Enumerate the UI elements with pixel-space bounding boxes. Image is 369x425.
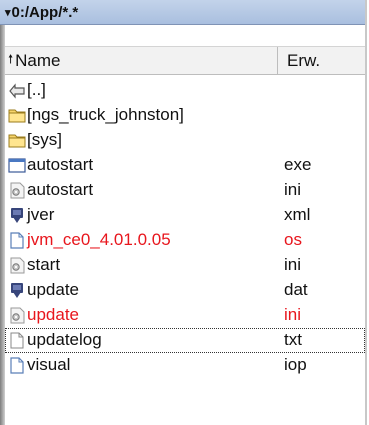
file-row[interactable]: update ini [5, 303, 365, 328]
file-row[interactable]: [ngs_truck_johnston] [5, 103, 365, 128]
path-title-bar[interactable]: ▾ 0:/App/*.* [0, 0, 365, 25]
file-name: autostart [27, 155, 94, 174]
file-row[interactable]: [sys] [5, 128, 365, 153]
application-icon [8, 157, 26, 174]
file-name: [..] [27, 80, 46, 99]
settings-file-icon [8, 182, 26, 199]
column-header-extension-label: Erw. [287, 50, 321, 70]
file-name: update [27, 280, 79, 299]
document-icon [8, 232, 26, 249]
file-row[interactable]: visual iop [5, 353, 365, 378]
folder-icon [8, 107, 26, 124]
file-name: autostart [27, 180, 94, 199]
file-row[interactable]: [..] [5, 78, 365, 103]
file-name: jver [27, 205, 55, 224]
file-extension: os [284, 230, 302, 249]
file-row[interactable]: jvm_ce0_4.01.0.05 os [5, 228, 365, 253]
file-name: update [27, 305, 79, 324]
file-name: [sys] [27, 130, 62, 149]
file-extension: exe [284, 155, 312, 174]
column-header-name[interactable]: 🠕 Name [5, 47, 278, 74]
file-name: [ngs_truck_johnston] [27, 105, 184, 124]
text-file-icon [8, 332, 26, 349]
file-row[interactable]: autostart exe [5, 153, 365, 178]
file-row[interactable]: start ini [5, 253, 365, 278]
column-header-name-label: Name [15, 50, 61, 70]
settings-file-icon [8, 307, 26, 324]
file-extension: iop [284, 355, 307, 374]
document-icon [8, 357, 26, 374]
file-name: jvm_ce0_4.01.0.05 [27, 230, 171, 249]
collapse-arrow-icon[interactable]: ▾ [5, 6, 11, 19]
file-extension: xml [284, 205, 311, 224]
up-folder-icon [8, 82, 26, 99]
file-name: visual [27, 355, 71, 374]
file-extension: ini [284, 305, 302, 324]
xml-file-icon [8, 207, 26, 224]
file-extension: txt [284, 330, 302, 349]
file-extension: ini [284, 255, 302, 274]
file-extension: dat [284, 280, 308, 299]
file-row[interactable]: autostart ini [5, 178, 365, 203]
folder-icon [8, 132, 26, 149]
file-row[interactable]: jver xml [5, 203, 365, 228]
settings-file-icon [8, 257, 26, 274]
file-list-panel: ▾ 0:/App/*.* 🠕 Name Erw. [..] [ngs_truck_… [0, 0, 367, 425]
path-label: 0:/App/*.* [11, 3, 79, 21]
sort-ascending-icon: 🠕 [8, 52, 14, 66]
column-header-extension[interactable]: Erw. [279, 47, 365, 74]
column-header: 🠕 Name Erw. [5, 46, 365, 75]
file-name: updatelog [27, 330, 102, 349]
file-row[interactable]: update dat [5, 278, 365, 303]
file-extension: ini [284, 180, 302, 199]
file-row[interactable]: updatelog txt [5, 328, 365, 353]
xml-file-icon [8, 282, 26, 299]
file-name: start [27, 255, 61, 274]
